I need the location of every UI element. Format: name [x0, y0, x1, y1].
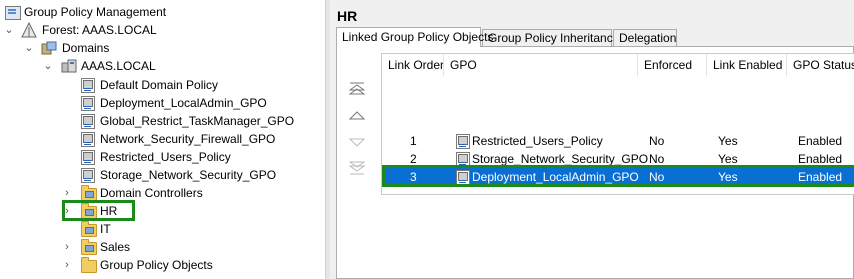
tree-item-label: Default Domain Policy: [100, 78, 219, 92]
gpo-link-icon: [81, 150, 95, 165]
tree-item-label: Group Policy Objects: [100, 258, 213, 272]
ou-folder-icon: [81, 221, 97, 237]
chevron-right-icon[interactable]: ›: [62, 256, 72, 274]
move-to-top-icon[interactable]: [349, 82, 365, 96]
tree-item-ou-hr[interactable]: › HR: [0, 202, 300, 220]
table-row[interactable]: 1 Restricted_Users_Policy No Yes Enabled: [382, 132, 854, 150]
gpo-link-icon: [81, 132, 95, 147]
tree-item-linked-gpo[interactable]: Storage_Network_Security_GPO: [0, 166, 300, 184]
column-gpo-status[interactable]: GPO Status: [787, 54, 854, 76]
tab-delegation[interactable]: Delegation: [613, 29, 677, 46]
hr-highlight-outline: [62, 200, 135, 221]
list-header: Link Order GPO Enforced Link Enabled GPO…: [382, 54, 854, 76]
column-link-enabled[interactable]: Link Enabled: [707, 54, 787, 76]
folder-icon: [81, 257, 97, 273]
tree-item-label: Storage_Network_Security_GPO: [100, 168, 277, 182]
gpo-link-icon: [81, 96, 95, 111]
page-title: HR: [337, 8, 358, 24]
tree-item-ou-it[interactable]: IT: [0, 220, 300, 238]
forest-icon: [21, 21, 37, 38]
tree-item-label: Restricted_Users_Policy: [100, 150, 231, 164]
tree-item-label: IT: [100, 222, 111, 236]
gpo-link-icon: [456, 134, 470, 149]
enforced-cell: No: [649, 134, 665, 148]
tree-item-label: Global_Restrict_TaskManager_GPO: [100, 114, 295, 128]
gpo-link-icon: [81, 78, 95, 93]
tab-gp-inheritance[interactable]: Group Policy Inheritance: [482, 29, 619, 46]
ou-folder-icon: [81, 239, 97, 255]
tree-item-label: Group Policy Management: [24, 5, 167, 19]
tree-item-linked-gpo[interactable]: Network_Security_Firewall_GPO: [0, 130, 300, 148]
tree-item-group-policy-objects[interactable]: › Group Policy Objects: [0, 256, 300, 274]
tree-item-domain-controllers[interactable]: › Domain Controllers: [0, 184, 300, 202]
tree-item-linked-gpo[interactable]: Default Domain Policy: [0, 76, 300, 94]
chevron-right-icon[interactable]: ›: [62, 238, 72, 256]
move-up-icon[interactable]: [349, 109, 365, 123]
column-gpo[interactable]: GPO: [444, 54, 638, 76]
chevron-down-icon[interactable]: ⌄: [24, 39, 34, 57]
tree-item-linked-gpo[interactable]: Deployment_LocalAdmin_GPO: [0, 94, 300, 112]
gpo-link-icon: [81, 168, 95, 183]
tree-item-label: Network_Security_Firewall_GPO: [100, 132, 276, 146]
details-pane: HR Linked Group Policy Objects Group Pol…: [330, 0, 854, 279]
tree-item-label: Domains: [62, 41, 110, 55]
tree-item-domains[interactable]: ⌄ Domains: [0, 39, 300, 57]
tree-item-label: AAAS.LOCAL: [81, 59, 156, 73]
chevron-down-icon[interactable]: ⌄: [4, 21, 14, 39]
linked-gpos-panel: Link Order GPO Enforced Link Enabled GPO…: [336, 46, 854, 279]
move-to-bottom-icon[interactable]: [349, 161, 365, 175]
console-tree: Group Policy Management ⌄ Forest: AAAS.L…: [0, 0, 325, 279]
domains-icon: [41, 41, 57, 55]
tree-item-forest[interactable]: ⌄ Forest: AAAS.LOCAL: [0, 21, 300, 39]
tree-item-label: Forest: AAAS.LOCAL: [42, 23, 157, 37]
link-enabled-cell: Yes: [718, 134, 738, 148]
link-order-cell: 1: [410, 134, 417, 148]
tree-item-linked-gpo[interactable]: Restricted_Users_Policy: [0, 148, 300, 166]
tree-item-linked-gpo[interactable]: Global_Restrict_TaskManager_GPO: [0, 112, 300, 130]
gpo-name-cell: Restricted_Users_Policy: [472, 134, 603, 148]
chevron-down-icon[interactable]: ⌄: [43, 57, 53, 75]
domain-icon: [61, 59, 77, 73]
move-down-icon[interactable]: [349, 135, 365, 149]
tree-item-label: Sales: [100, 240, 131, 254]
gpm-console-icon: [5, 6, 21, 20]
column-enforced[interactable]: Enforced: [638, 54, 707, 76]
linked-gpo-list: Link Order GPO Enforced Link Enabled GPO…: [381, 53, 854, 195]
tree-item-domain[interactable]: ⌄ AAAS.LOCAL: [0, 57, 300, 75]
tab-linked-gpos[interactable]: Linked Group Policy Objects: [336, 27, 493, 47]
tree-item-group-policy-management[interactable]: Group Policy Management: [0, 3, 300, 21]
column-link-order[interactable]: Link Order: [382, 54, 444, 76]
gpo-status-cell: Enabled: [798, 134, 843, 148]
tree-item-label: Deployment_LocalAdmin_GPO: [100, 96, 267, 110]
row-highlight-outline: [382, 165, 854, 187]
tree-item-ou-sales[interactable]: › Sales: [0, 238, 300, 256]
gpo-link-icon: [81, 114, 95, 129]
